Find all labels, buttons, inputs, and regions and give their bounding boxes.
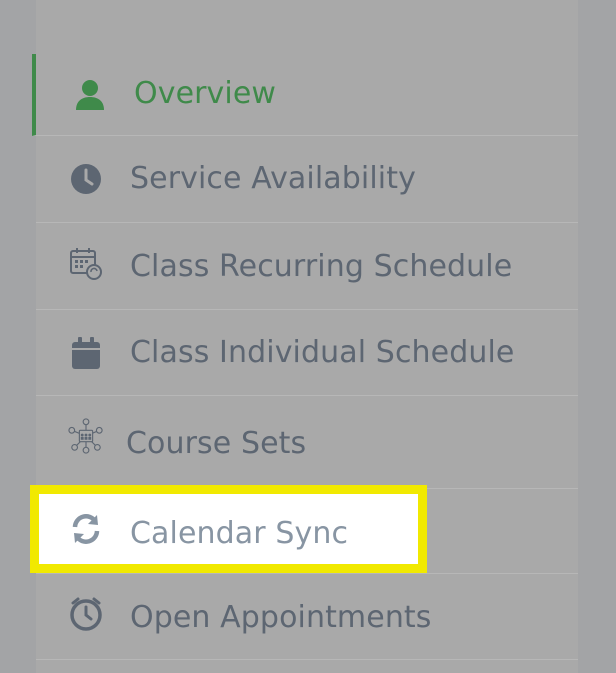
sidebar-item-label: Overview xyxy=(134,76,277,111)
sidebar-item-label: Course Sets xyxy=(126,426,307,461)
sidebar-item-label: Service Availability xyxy=(130,161,416,196)
appointment-clock-icon xyxy=(68,596,104,632)
user-icon xyxy=(72,77,108,113)
page: Overview Service Availability Class Recu… xyxy=(0,0,616,673)
sync-icon xyxy=(68,511,104,547)
calendar-icon xyxy=(68,335,104,371)
sidebar-item-overview[interactable]: Overview xyxy=(32,54,578,136)
sidebar-item-class-individual-schedule[interactable]: Class Individual Schedule xyxy=(36,310,578,396)
sidebar-item-calendar-sync[interactable]: Calendar Sync xyxy=(30,485,427,573)
sidebar-item-service-availability[interactable]: Service Availability xyxy=(36,136,578,223)
sidebar-item-open-appointments[interactable]: Open Appointments xyxy=(36,574,578,660)
calendar-recurring-icon xyxy=(68,245,104,281)
sidebar-item-label: Calendar Sync xyxy=(130,516,349,551)
sidebar-item-label: Class Individual Schedule xyxy=(130,335,515,370)
sidebar-item-class-recurring-schedule[interactable]: Class Recurring Schedule xyxy=(36,223,578,310)
sidebar-item-course-sets[interactable]: Course Sets xyxy=(36,396,578,489)
course-network-icon xyxy=(68,418,104,454)
clock-icon xyxy=(68,161,104,197)
sidebar-item-label: Class Recurring Schedule xyxy=(130,249,513,284)
sidebar-item-label: Open Appointments xyxy=(130,600,432,635)
